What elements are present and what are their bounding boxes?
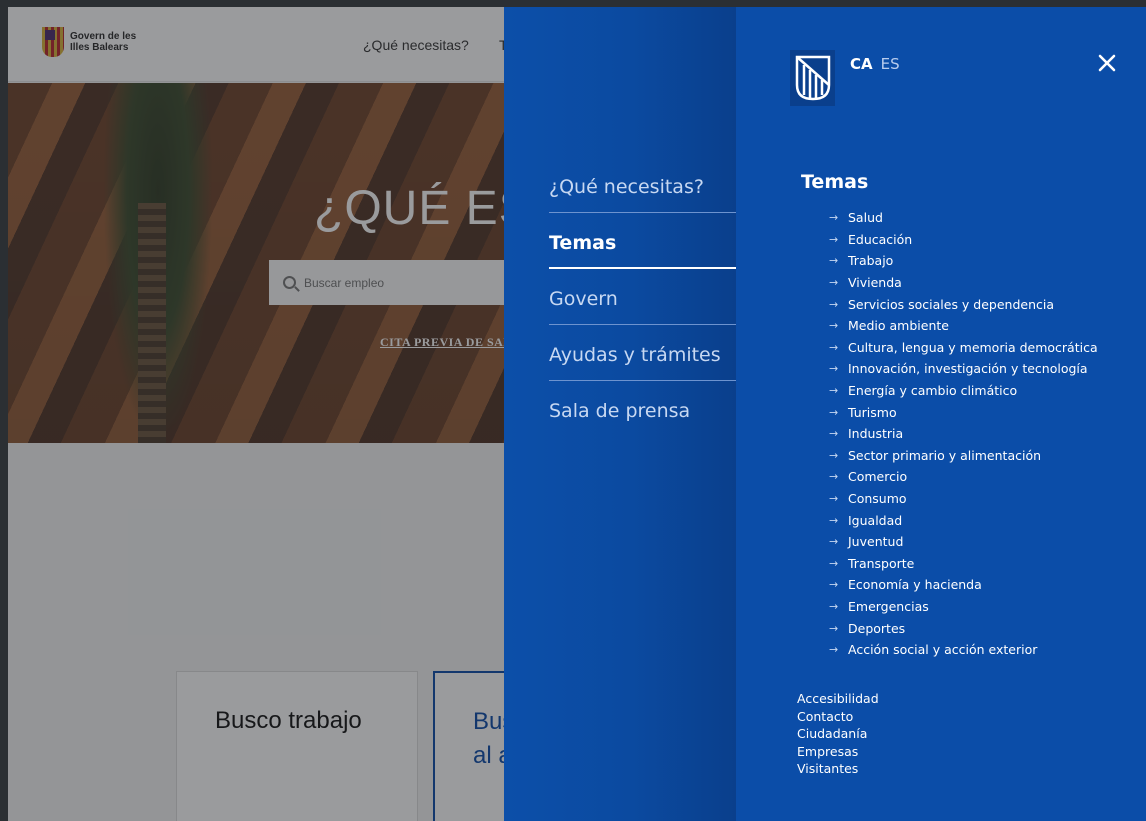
- temas-item-label: Educación: [848, 231, 913, 247]
- temas-item-label: Industria: [848, 426, 904, 442]
- main-nav-govern[interactable]: Govern: [549, 269, 736, 325]
- temas-item-consumo[interactable]: → Consumo: [829, 488, 1098, 510]
- temas-item-label: Juventud: [848, 534, 904, 550]
- temas-item-comercio[interactable]: → Comercio: [829, 466, 1098, 488]
- temas-item-label: Innovación, investigación y tecnología: [848, 361, 1088, 377]
- main-nav-temas[interactable]: Temas: [549, 213, 736, 269]
- menu-panel-temas: CA ES Temas → Salud → Educación → Trabajo →…: [736, 7, 1146, 821]
- temas-item-sector-primario[interactable]: → Sector primario y alimentación: [829, 445, 1098, 467]
- arrow-right-icon: →: [829, 448, 839, 462]
- footer-link-accesibilidad[interactable]: Accesibilidad: [797, 690, 879, 708]
- arrow-right-icon: →: [829, 276, 839, 290]
- temas-item-label: Servicios sociales y dependencia: [848, 296, 1055, 312]
- arrow-right-icon: →: [829, 513, 839, 527]
- temas-item-vivienda[interactable]: → Vivienda: [829, 272, 1098, 294]
- arrow-right-icon: →: [829, 535, 839, 549]
- footer-link-ciudadania[interactable]: Ciudadanía: [797, 725, 879, 743]
- arrow-right-icon: →: [829, 556, 839, 570]
- arrow-right-icon: →: [829, 384, 839, 398]
- close-icon-svg: [1098, 54, 1116, 72]
- arrow-right-icon: →: [829, 492, 839, 506]
- temas-item-label: Economía y hacienda: [848, 577, 982, 593]
- temas-item-innovacion[interactable]: → Innovación, investigación y tecnología: [829, 358, 1098, 380]
- temas-item-salud[interactable]: → Salud: [829, 207, 1098, 229]
- temas-item-label: Igualdad: [848, 512, 903, 528]
- temas-item-servicios-sociales[interactable]: → Servicios sociales y dependencia: [829, 293, 1098, 315]
- temas-item-label: Cultura, lengua y memoria democrática: [848, 339, 1098, 355]
- temas-item-emergencias[interactable]: → Emergencias: [829, 596, 1098, 618]
- temas-item-label: Vivienda: [848, 275, 902, 291]
- arrow-right-icon: →: [829, 254, 839, 268]
- temas-item-label: Energía y cambio climático: [848, 383, 1018, 399]
- lang-ca-option[interactable]: CA: [850, 55, 873, 73]
- temas-item-label: Emergencias: [848, 598, 929, 614]
- arrow-right-icon: →: [829, 621, 839, 635]
- temas-item-industria[interactable]: → Industria: [829, 423, 1098, 445]
- temas-item-label: Turismo: [848, 404, 897, 420]
- temas-item-label: Sector primario y alimentación: [848, 447, 1042, 463]
- temas-item-economia[interactable]: → Economía y hacienda: [829, 574, 1098, 596]
- temas-item-igualdad[interactable]: → Igualdad: [829, 509, 1098, 531]
- temas-item-label: Comercio: [848, 469, 908, 485]
- footer-link-visitantes[interactable]: Visitantes: [797, 760, 879, 778]
- arrow-right-icon: →: [829, 211, 839, 225]
- temas-item-juventud[interactable]: → Juventud: [829, 531, 1098, 553]
- arrow-right-icon: →: [829, 362, 839, 376]
- temas-item-trabajo[interactable]: → Trabajo: [829, 250, 1098, 272]
- temas-item-label: Salud: [848, 210, 883, 226]
- arrow-right-icon: →: [829, 578, 839, 592]
- arrow-right-icon: →: [829, 470, 839, 484]
- arrow-right-icon: →: [829, 319, 839, 333]
- temas-item-label: Trabajo: [848, 253, 894, 269]
- main-nav-que-necesitas[interactable]: ¿Qué necesitas?: [549, 157, 736, 213]
- footer-link-empresas[interactable]: Empresas: [797, 743, 879, 761]
- temas-item-label: Consumo: [848, 491, 907, 507]
- close-icon[interactable]: [1096, 52, 1118, 74]
- arrow-right-icon: →: [829, 340, 839, 354]
- balearic-shield-logo-icon[interactable]: [790, 50, 835, 106]
- temas-item-accion-social[interactable]: → Acción social y acción exterior: [829, 639, 1098, 661]
- temas-item-transporte[interactable]: → Transporte: [829, 553, 1098, 575]
- arrow-right-icon: →: [829, 297, 839, 311]
- temas-heading: Temas: [801, 171, 869, 193]
- temas-item-cultura[interactable]: → Cultura, lengua y memoria democrática: [829, 337, 1098, 359]
- main-nav-ayudas-tramites[interactable]: Ayudas y trámites: [549, 325, 736, 381]
- temas-item-label: Medio ambiente: [848, 318, 949, 334]
- footer-link-contacto[interactable]: Contacto: [797, 708, 879, 726]
- lang-es-option[interactable]: ES: [881, 55, 900, 73]
- language-switcher: CA ES: [850, 55, 900, 73]
- temas-item-medio-ambiente[interactable]: → Medio ambiente: [829, 315, 1098, 337]
- temas-item-energia[interactable]: → Energía y cambio climático: [829, 380, 1098, 402]
- arrow-right-icon: →: [829, 405, 839, 419]
- main-nav-sala-prensa[interactable]: Sala de prensa: [549, 381, 736, 437]
- temas-item-deportes[interactable]: → Deportes: [829, 617, 1098, 639]
- temas-item-educacion[interactable]: → Educación: [829, 229, 1098, 251]
- temas-item-turismo[interactable]: → Turismo: [829, 401, 1098, 423]
- temas-list: → Salud → Educación → Trabajo → Vivienda → Se…: [829, 207, 1098, 660]
- main-nav: ¿Qué necesitas? Temas Govern Ayudas y tr…: [549, 157, 736, 437]
- arrow-right-icon: →: [829, 599, 839, 613]
- temas-item-label: Deportes: [848, 620, 906, 636]
- temas-item-label: Transporte: [848, 555, 915, 571]
- menu-panel-main-nav: ¿Qué necesitas? Temas Govern Ayudas y tr…: [504, 7, 736, 821]
- temas-item-label: Acción social y acción exterior: [848, 642, 1038, 658]
- arrow-right-icon: →: [829, 427, 839, 441]
- shield-logo-svg: [795, 55, 830, 101]
- arrow-right-icon: →: [829, 643, 839, 657]
- arrow-right-icon: →: [829, 232, 839, 246]
- menu-footer-links: Accesibilidad Contacto Ciudadanía Empres…: [797, 690, 879, 778]
